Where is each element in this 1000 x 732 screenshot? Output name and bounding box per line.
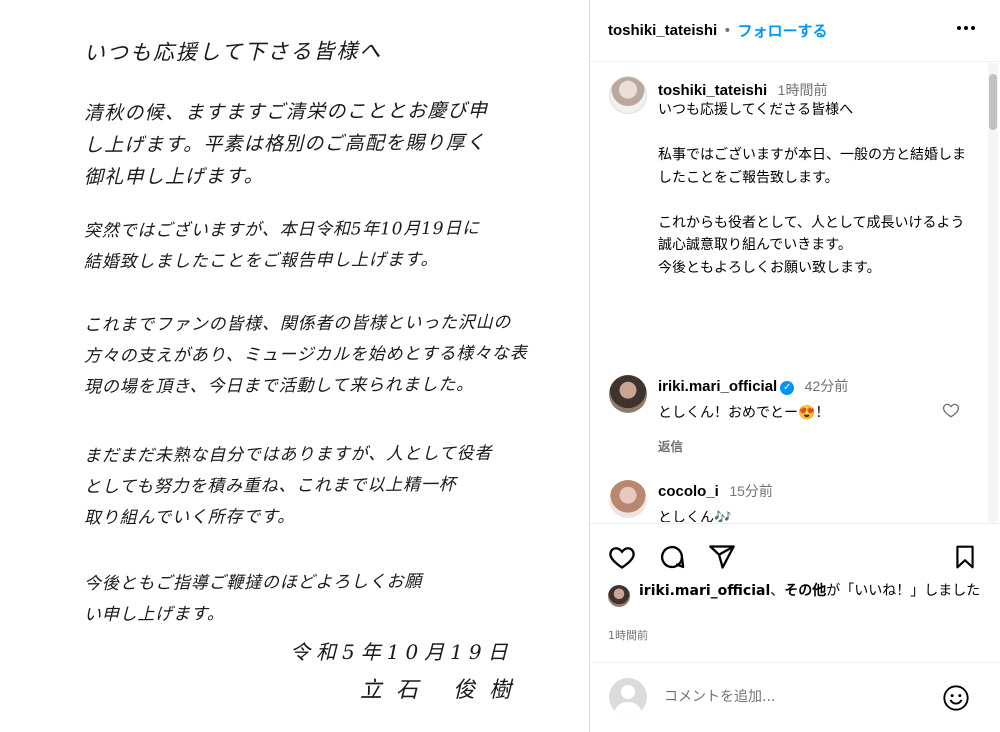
scrollbar-thumb[interactable] xyxy=(989,74,997,130)
share-send-icon[interactable] xyxy=(708,543,736,575)
comment-text: としくん！おめでとー😍！ xyxy=(658,404,830,420)
emoji-smiley-icon[interactable] xyxy=(942,684,970,716)
liker-avatar[interactable] xyxy=(608,585,630,607)
comment-item: iriki.mari_official ✓ 42分前 としくん！おめでとー😍！ 返… xyxy=(658,376,848,455)
letter-signature: 立石 俊樹 xyxy=(360,678,525,703)
post-side-panel: toshiki_tateishi • フォローする toshiki_tateis… xyxy=(590,0,1000,732)
likes-text: iriki.mari_official、その他が「いいね！」しました xyxy=(639,581,999,602)
comment-input[interactable] xyxy=(664,685,914,709)
like-comment-heart-icon[interactable] xyxy=(942,401,960,423)
author-avatar[interactable] xyxy=(609,76,647,114)
verified-badge-icon: ✓ xyxy=(780,381,795,395)
letter-line: としても努力を積み重ね、これまで以上精一杯 xyxy=(83,474,457,498)
letter-line: まだまだ未熟な自分ではありますが、人として役者 xyxy=(83,443,493,467)
caption-username[interactable]: toshiki_tateishi xyxy=(658,82,767,99)
letter-paragraph-5: 今後ともご指導ご鞭撻のほどよろしくお願 い申し上げます。 xyxy=(84,568,422,630)
letter-line: 方々の支えがあり、ミュージカルを始めとする様々な表 xyxy=(83,343,528,367)
comment-time[interactable]: 15分前 xyxy=(729,483,773,499)
letter-paragraph-3: これまでファンの皆様、関係者の皆様といった沢山の 方々の支えがあり、ミュージカル… xyxy=(83,309,528,402)
letter-greeting: いつも応援して下さる皆様へ xyxy=(83,36,383,68)
letter-line: 結婚致しましたことをご報告申し上げます。 xyxy=(83,249,439,273)
comments-scroll-area[interactable]: toshiki_tateishi 1時間前 いつも応援してくださる皆様へ 私事で… xyxy=(590,63,1000,522)
letter-line: し上げます。平素は格別のご高配を賜り厚く xyxy=(83,131,487,157)
comment-username[interactable]: iriki.mari_official xyxy=(658,378,777,395)
letter-line: 現の場を頂き、今日まで活動して来られました。 xyxy=(83,374,474,398)
bookmark-icon[interactable] xyxy=(952,543,978,575)
caption-text: いつも応援してくださる皆様へ 私事ではございますが本日、一般の方と結婚しましたこ… xyxy=(658,102,966,276)
scrollbar-track[interactable] xyxy=(988,63,998,522)
letter-paragraph-4: まだまだ未熟な自分ではありますが、人として役者 としても努力を積み重ね、これまで… xyxy=(84,440,492,533)
letter-line: 御礼申し上げます。 xyxy=(83,165,264,189)
caption-header: toshiki_tateishi 1時間前 xyxy=(658,80,827,100)
comment-text: としくん🎶 xyxy=(658,509,732,522)
caption-time[interactable]: 1時間前 xyxy=(778,82,828,98)
likes-suffix: が「いいね！」しました xyxy=(826,583,981,599)
comment-item: cocolo_i 15分前 としくん🎶 xyxy=(658,481,773,522)
letter-line: 突然ではございますが、本日令和5年10月19日に xyxy=(83,218,481,242)
like-heart-icon[interactable] xyxy=(608,543,636,575)
letter-line: これまでファンの皆様、関係者の皆様といった沢山の xyxy=(83,312,512,336)
letter-line: い申し上げます。 xyxy=(83,604,225,626)
current-user-avatar xyxy=(609,678,647,716)
comment-username[interactable]: cocolo_i xyxy=(658,483,719,500)
letter-line: 今後ともご指導ご鞭撻のほどよろしくお願 xyxy=(83,571,423,595)
letter-line: 清秋の候、ますますご清栄のこととお慶び申 xyxy=(83,99,489,125)
letter-image: いつも応援して下さる皆様へ 清秋の候、ますますご清栄のこととお慶び申 し上げます… xyxy=(0,0,589,732)
add-comment-bar xyxy=(590,662,1000,732)
more-horizontal-icon[interactable] xyxy=(954,16,978,46)
likes-others-link[interactable]: その他 xyxy=(784,583,826,599)
follow-button[interactable]: フォローする xyxy=(737,20,827,41)
reply-button[interactable]: 返信 xyxy=(658,436,848,455)
commenter-avatar[interactable] xyxy=(609,375,647,413)
comment-bubble-icon[interactable] xyxy=(658,543,686,575)
liker-username[interactable]: iriki.mari_official xyxy=(639,583,770,599)
letter-paragraph-2: 突然ではございますが、本日令和5年10月19日に 結婚致しましたことをご報告申し… xyxy=(84,215,480,277)
header-separator: • xyxy=(723,22,732,39)
commenter-avatar[interactable] xyxy=(609,480,647,518)
likes-middle: 、 xyxy=(770,583,785,599)
letter-paragraph-1: 清秋の候、ますますご清栄のこととお慶び申 し上げます。平素は格別のご高配を賜り厚… xyxy=(84,96,488,192)
header-username[interactable]: toshiki_tateishi xyxy=(608,22,717,39)
post-timestamp[interactable]: 1時間前 xyxy=(608,627,648,643)
post-header: toshiki_tateishi • フォローする xyxy=(590,0,1000,62)
letter-date: 令和5年10月19日 xyxy=(290,640,514,664)
comment-time[interactable]: 42分前 xyxy=(805,378,849,394)
letter-line: 取り組んでいく所存です。 xyxy=(83,506,296,529)
letter-line: いつも応援して下さる皆様へ xyxy=(83,38,383,66)
post-actions-bar xyxy=(590,523,1000,579)
